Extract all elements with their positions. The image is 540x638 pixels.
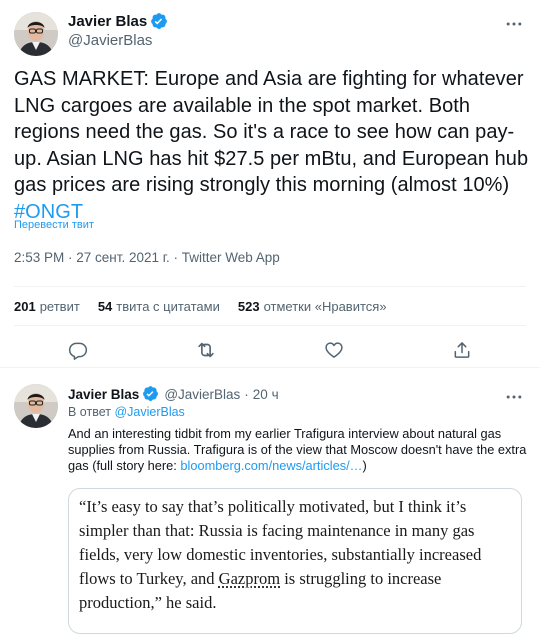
reply-button[interactable] — [61, 333, 95, 367]
retweet-icon — [198, 342, 214, 358]
tweet-actions — [14, 332, 526, 368]
quote-text: “It’s easy to say that’s politically mot… — [79, 495, 509, 615]
tweet-text-body: GAS MARKET: Europe and Asia are fighting… — [14, 68, 529, 196]
quote-tweets-stat[interactable]: 54 твита с цитатами — [98, 299, 220, 314]
retweets-count: 201 — [14, 298, 36, 314]
reply-author-row: Javier Blas @JavierBlas · 20 ч — [68, 385, 279, 403]
retweets-label: ретвит — [39, 298, 80, 314]
author-name-row[interactable]: Javier Blas — [68, 12, 168, 30]
reply-icon — [68, 342, 88, 360]
likes-label: отметки «Нравится» — [263, 298, 387, 314]
share-button[interactable] — [445, 333, 479, 367]
quote-image-card[interactable]: “It’s easy to say that’s politically mot… — [68, 488, 522, 634]
gazprom-term: Gazprom — [218, 569, 281, 588]
share-icon — [454, 342, 470, 358]
more-icon — [506, 395, 522, 399]
verified-badge-icon — [150, 12, 168, 30]
reply-to-line: В ответ @JavierBlas — [68, 405, 185, 419]
verified-badge-icon — [142, 385, 160, 403]
more-options-button[interactable] — [500, 10, 528, 38]
quote-tweets-count: 54 — [97, 298, 113, 314]
reply-author-name[interactable]: Javier Blas — [68, 387, 139, 402]
separator-dot: · — [244, 386, 249, 402]
reply-more-options-button[interactable] — [500, 383, 528, 411]
likes-stat[interactable]: 523 отметки «Нравится» — [238, 299, 387, 314]
more-icon — [506, 22, 522, 26]
like-button[interactable] — [317, 333, 351, 367]
main-tweet: Javier Blas @JavierBlas GAS MARKET: Euro… — [0, 0, 540, 368]
reply-avatar[interactable] — [14, 384, 58, 428]
author-name[interactable]: Javier Blas — [68, 13, 147, 30]
tweet-timestamp[interactable]: 2:53 PM · 27 сент. 2021 г. · Twitter Web… — [14, 250, 280, 265]
reply-to-mention[interactable]: @JavierBlas — [114, 405, 184, 419]
reply-to-prefix: В ответ — [68, 405, 115, 419]
reply-text-end: ) — [362, 458, 367, 473]
tweet-stats: 201 ретвит 54 твита с цитатами 523 отмет… — [14, 286, 526, 326]
reply-time[interactable]: 20 ч — [253, 387, 279, 402]
likes-count: 523 — [237, 298, 260, 314]
avatar[interactable] — [14, 12, 58, 56]
reply-author-handle[interactable]: @JavierBlas — [164, 387, 240, 402]
translate-tweet-link[interactable]: Перевести твит — [14, 219, 94, 231]
author-handle[interactable]: @JavierBlas — [68, 32, 152, 49]
article-link[interactable]: bloomberg.com/news/articles/… — [180, 458, 362, 473]
reply-tweet-text: And an interesting tidbit from my earlie… — [68, 426, 528, 474]
quote-tweets-label: твита с цитатами — [116, 298, 220, 314]
tweet-text: GAS MARKET: Europe and Asia are fighting… — [14, 66, 530, 225]
retweet-button[interactable] — [189, 333, 223, 367]
retweets-stat[interactable]: 201 ретвит — [14, 299, 80, 314]
like-icon — [325, 342, 343, 358]
